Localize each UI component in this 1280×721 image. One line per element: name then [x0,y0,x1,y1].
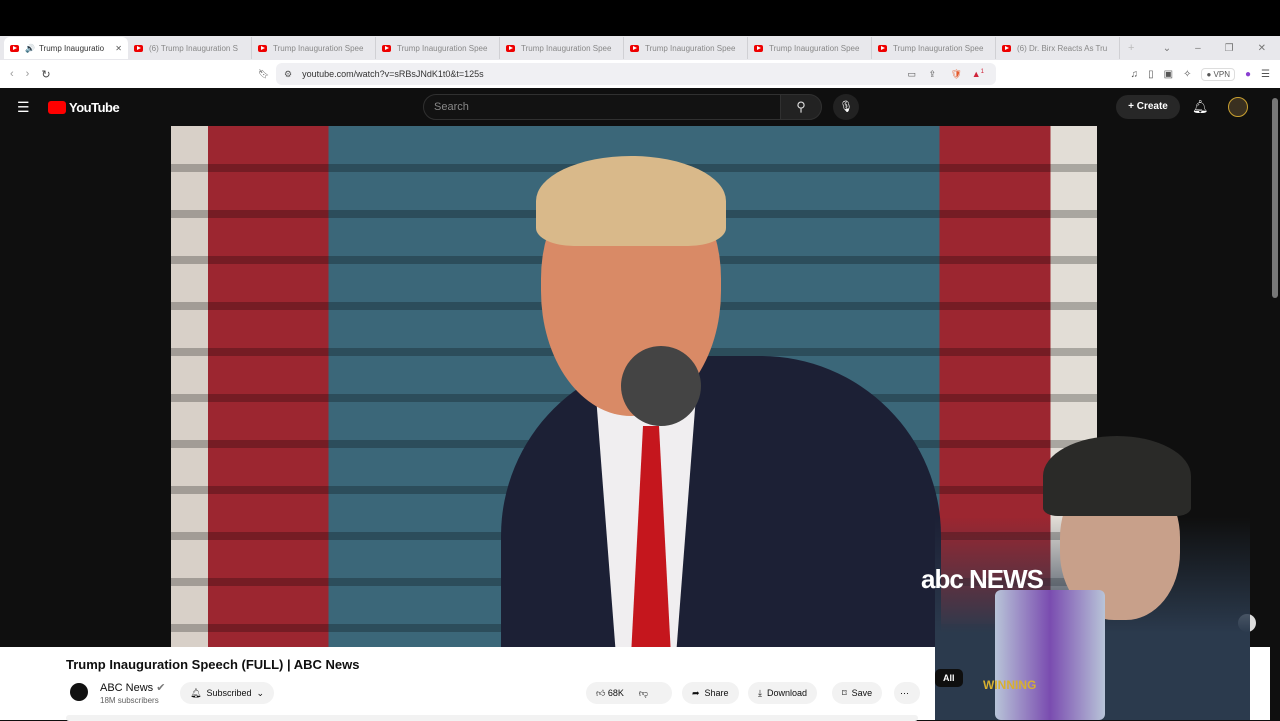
abc-news-watermark: abc NEWS [921,564,1044,594]
share-icon: ➦ [692,687,700,698]
profile-icon[interactable]: ● [1245,69,1251,80]
forward-button[interactable]: › [26,68,30,81]
site-info-icon[interactable]: ⚙ [284,69,292,80]
new-tab-button[interactable]: + [1128,42,1134,54]
youtube-favicon-icon [382,44,391,52]
video-frame-speaker-body [501,356,941,647]
youtube-favicon-icon [258,44,267,52]
search-input[interactable]: Search [423,94,781,120]
mug-text: WINNING [983,678,1037,692]
video-title: Trump Inauguration Speech (FULL) | ABC N… [66,657,360,672]
tab[interactable]: 🔊 Trump Inauguratio ✕ [4,37,128,59]
webcam-mug [995,590,1105,720]
search-button[interactable]: ⚲ [780,94,822,120]
tab-list-icon[interactable]: ⌄ [1163,43,1171,54]
wallet-icon[interactable]: ▣ [1164,69,1173,80]
brave-rewards-icon[interactable]: ▲1 [972,69,984,79]
youtube-favicon-icon [10,44,19,52]
like-dislike-group: 👍︎ 68K 👎︎ [586,682,672,704]
video-frame-microphone [621,346,701,426]
youtube-header: ☰ YouTube Search ⚲ 🎙︎ + Create 🔔︎ [0,88,1280,126]
voice-search-button[interactable]: 🎙︎ [833,94,859,120]
tab[interactable]: (6) Dr. Birx Reacts As Tru [996,37,1120,59]
verified-icon: ✔ [156,682,166,694]
close-tab-icon[interactable]: ✕ [115,44,122,53]
tab[interactable]: Trump Inauguration Spee [376,37,500,59]
share-icon[interactable]: ⇪ [928,69,936,80]
bell-icon: 🔔︎ [190,687,202,698]
channel-avatar[interactable] [70,683,88,701]
sidebar-icon[interactable]: ▯ [1148,69,1154,80]
vpn-button[interactable]: ● VPN [1201,67,1235,81]
menu-icon[interactable]: ☰ [1261,69,1270,80]
chevron-down-icon: ⌄ [256,687,265,698]
youtube-logo[interactable]: YouTube [48,100,120,115]
tab[interactable]: Trump Inauguration Spee [624,37,748,59]
media-icon[interactable]: ♫ [1131,69,1139,80]
reload-button[interactable]: ↻ [41,68,50,81]
page-scrollbar[interactable] [1270,88,1280,720]
like-button[interactable]: 👍︎ 68K [596,688,624,699]
video-player[interactable]: abc NEWS [171,126,1097,647]
subscriber-count: 18M subscribers [100,696,159,705]
hamburger-menu-icon[interactable]: ☰ [17,99,30,116]
cast-icon[interactable]: ▭ [907,69,916,80]
youtube-favicon-icon [630,44,639,52]
subscribed-button[interactable]: 🔔︎ Subscribed ⌄ [180,682,275,704]
tab[interactable]: Trump Inauguration Spee [500,37,624,59]
leo-ai-icon[interactable]: ✧ [1183,69,1191,80]
tab[interactable]: Trump Inauguration Spee [252,37,376,59]
address-bar-row: ‹ › ↻ 🔖︎ ⚙ youtube.com/watch?v=sRBsJNdK1t0&… [0,60,1280,88]
save-icon: ⌑ [842,687,847,698]
more-actions-button[interactable]: ⋯ [894,682,920,704]
save-button[interactable]: ⌑ Save [832,682,883,704]
minimize-button[interactable]: – [1195,43,1201,54]
tab[interactable]: (6) Trump Inauguration S [128,37,252,59]
avatar[interactable] [1228,97,1248,117]
notifications-bell-icon[interactable]: 🔔︎ [1192,99,1209,115]
create-button[interactable]: + Create [1116,95,1180,119]
youtube-favicon-icon [134,44,143,52]
scrollbar-thumb[interactable] [1272,98,1278,298]
youtube-favicon-icon [1002,44,1011,52]
tab-strip: 🔊 Trump Inauguratio ✕ (6) Trump Inaugurati… [0,36,1280,60]
share-button[interactable]: ➦ Share [682,682,739,704]
description-box[interactable] [66,715,918,721]
url-field[interactable]: ⚙ youtube.com/watch?v=sRBsJNdK1t0&t=125s … [276,63,996,85]
youtube-favicon-icon [506,44,515,52]
webcam-cap [1043,436,1191,516]
back-button[interactable]: ‹ [10,68,14,81]
download-button[interactable]: ⤓ Download [748,682,818,704]
dislike-button[interactable]: 👎︎ [639,688,648,699]
screen-top-bar [0,0,1280,36]
channel-name[interactable]: ABC News ✔ [100,681,165,694]
video-frame-hair [536,156,726,246]
download-icon: ⤓ [758,687,762,698]
chip-all[interactable]: All [935,669,963,687]
restore-button[interactable]: ❐ [1225,43,1234,54]
bookmark-icon[interactable]: 🔖︎ [258,69,269,80]
youtube-favicon-icon [878,44,887,52]
tab[interactable]: Trump Inauguration Spee [748,37,872,59]
close-window-button[interactable]: ✕ [1258,43,1266,54]
brave-shields-icon[interactable]: 🛡︎ [951,69,962,80]
youtube-play-icon [48,101,66,114]
youtube-favicon-icon [754,44,763,52]
tab[interactable]: Trump Inauguration Spee [872,37,996,59]
speaker-icon: 🔊 [25,43,35,53]
